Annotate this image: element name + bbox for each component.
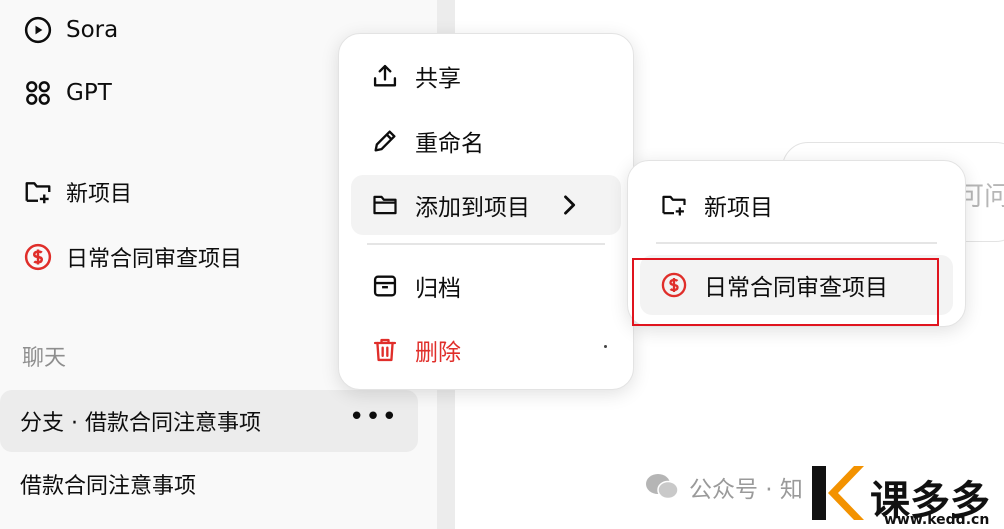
- menu-item-label: 重命名: [415, 131, 484, 157]
- chat-item-label: 借款合同注意事项: [20, 474, 197, 499]
- menu-item-archive[interactable]: 归档: [351, 256, 621, 316]
- archive-icon: [373, 275, 397, 297]
- sidebar-item-label: 日常合同审查项目: [66, 247, 243, 272]
- chat-item-label: 分支 · 借款合同注意事项: [20, 411, 261, 436]
- menu-item-label: 共享: [415, 66, 461, 92]
- submenu-item-new-project[interactable]: 新项目: [640, 175, 953, 235]
- more-options-icon[interactable]: •••: [349, 404, 398, 430]
- sidebar-item-label: Sora: [66, 17, 119, 43]
- menu-item-delete[interactable]: 删除: [351, 320, 621, 380]
- cursor-dot: [604, 345, 607, 348]
- menu-separator: [656, 242, 937, 244]
- play-circle-icon: [22, 14, 54, 46]
- chat-item-branch[interactable]: 分支 · 借款合同注意事项 •••: [0, 390, 418, 452]
- sidebar-item-label: 新项目: [66, 182, 133, 207]
- menu-item-share[interactable]: 共享: [351, 46, 621, 106]
- folder-plus-icon: [22, 176, 54, 208]
- sidebar-item-label: GPT: [66, 80, 112, 106]
- grid-dots-icon: [22, 77, 54, 109]
- wechat-icon: [646, 474, 679, 500]
- pencil-icon: [374, 130, 396, 152]
- menu-item-rename[interactable]: 重命名: [351, 111, 621, 171]
- dollar-circle-icon: [22, 241, 54, 273]
- sidebar-item-daily-contract-project[interactable]: 日常合同审查项目: [22, 237, 242, 277]
- watermark: 公众号 · 知: [645, 470, 803, 504]
- chat-item[interactable]: 借款合同注意事项: [0, 453, 418, 515]
- chat-context-menu: 共享 重命名 添加到项目 归档 删除: [338, 33, 634, 390]
- sidebar-item-gpt[interactable]: GPT: [22, 73, 112, 113]
- sidebar-item-sora[interactable]: Sora: [22, 10, 118, 50]
- menu-item-add-to-project[interactable]: 添加到项目: [351, 175, 621, 235]
- menu-separator: [367, 243, 605, 245]
- folder-icon: [373, 195, 397, 215]
- section-title-chats: 聊天: [22, 346, 67, 371]
- folder-plus-icon: [662, 195, 686, 216]
- menu-item-label: 归档: [415, 276, 461, 302]
- watermark-text: 公众号 · 知: [689, 477, 803, 503]
- menu-item-label: 删除: [415, 340, 461, 366]
- menu-item-label: 添加到项目: [415, 195, 530, 221]
- brand-url: www.kedd.cn: [884, 512, 990, 528]
- menu-item-label: 新项目: [704, 195, 773, 221]
- trash-icon: [373, 338, 397, 362]
- brand-k-icon: [812, 466, 864, 520]
- chevron-right-icon: [564, 195, 576, 215]
- annotation-highlight-box: [632, 258, 939, 326]
- sidebar-item-new-project[interactable]: 新项目: [22, 172, 132, 212]
- share-upload-icon: [373, 64, 397, 87]
